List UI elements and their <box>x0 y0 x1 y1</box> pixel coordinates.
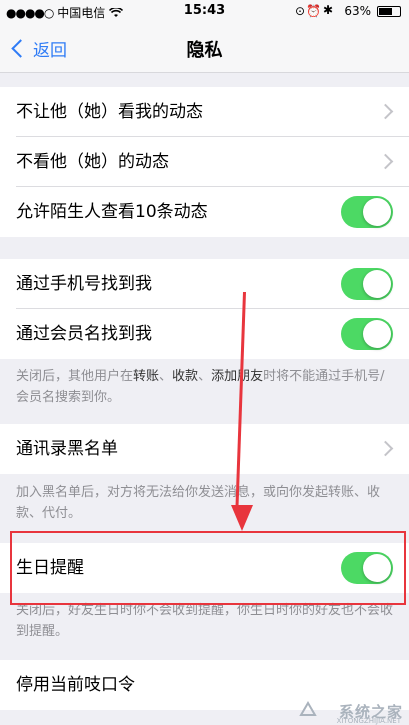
annotation-highlight-box <box>10 531 406 605</box>
status-bar: ●●●●○ 中国电信 15:43 ⊙ ⏰ ✱ 63% <box>0 0 409 24</box>
find-me-footnote: 关闭后，其他用户在转账、收款、添加朋友时将不能通过手机号/会员名搜索到你。 <box>16 369 385 405</box>
keyword-receive: 收款 <box>172 369 199 384</box>
chevron-right-icon <box>377 103 394 120</box>
rotation-lock-icon: ⊙ <box>294 4 305 18</box>
keyword-transfer: 转账 <box>133 369 160 384</box>
row-find-by-phone: 通过手机号找到我 <box>0 259 409 309</box>
watermark-subtext: XITONGZHIJIA.NET <box>336 717 401 725</box>
battery-percent: 63% <box>344 4 371 18</box>
watermark-logo-icon <box>299 701 317 716</box>
battery-icon <box>377 6 401 17</box>
toggle-knob <box>363 320 391 348</box>
row-label: 不看他（她）的动态 <box>16 152 169 172</box>
row-label: 通讯录黑名单 <box>16 439 118 459</box>
row-contacts-blacklist[interactable]: 通讯录黑名单 <box>0 424 409 474</box>
row-find-by-member-name: 通过会员名找到我 <box>0 309 409 359</box>
blacklist-footnote: 加入黑名单后，对方将无法给你发送消息，或向你发起转账、收款、代付。 <box>16 485 381 521</box>
bluetooth-icon: ✱ <box>322 3 333 17</box>
row-label: 通过手机号找到我 <box>16 274 152 294</box>
row-label: 停用当前吱口令 <box>16 675 135 695</box>
row-hide-their-moments[interactable]: 不看他（她）的动态 <box>0 137 409 187</box>
toggle-knob <box>363 270 391 298</box>
page-title: 隐私 <box>186 40 223 61</box>
row-hide-my-moments[interactable]: 不让他（她）看我的动态 <box>0 87 409 137</box>
chevron-right-icon <box>377 440 394 457</box>
find-by-member-name-toggle[interactable] <box>341 318 393 350</box>
alarm-icon: ⏰ <box>306 4 321 18</box>
keyword-add-friend: 添加朋友 <box>211 369 264 384</box>
row-label: 通过会员名找到我 <box>16 324 152 344</box>
nav-bar: 返回 隐私 <box>0 24 409 73</box>
birthday-footnote: 关闭后，好友生日时你不会收到提醒，你生日时你的好友也不会收到提醒。 <box>16 603 394 639</box>
stranger-view-toggle[interactable] <box>341 196 393 228</box>
row-label: 允许陌生人查看10条动态 <box>16 202 208 222</box>
annotation-arrow-head <box>231 505 253 531</box>
toggle-knob <box>363 198 391 226</box>
find-by-phone-toggle[interactable] <box>341 268 393 300</box>
row-stranger-view-10: 允许陌生人查看10条动态 <box>0 187 409 237</box>
row-label: 不让他（她）看我的动态 <box>16 102 203 122</box>
battery-level <box>379 8 392 15</box>
chevron-right-icon <box>377 153 394 170</box>
